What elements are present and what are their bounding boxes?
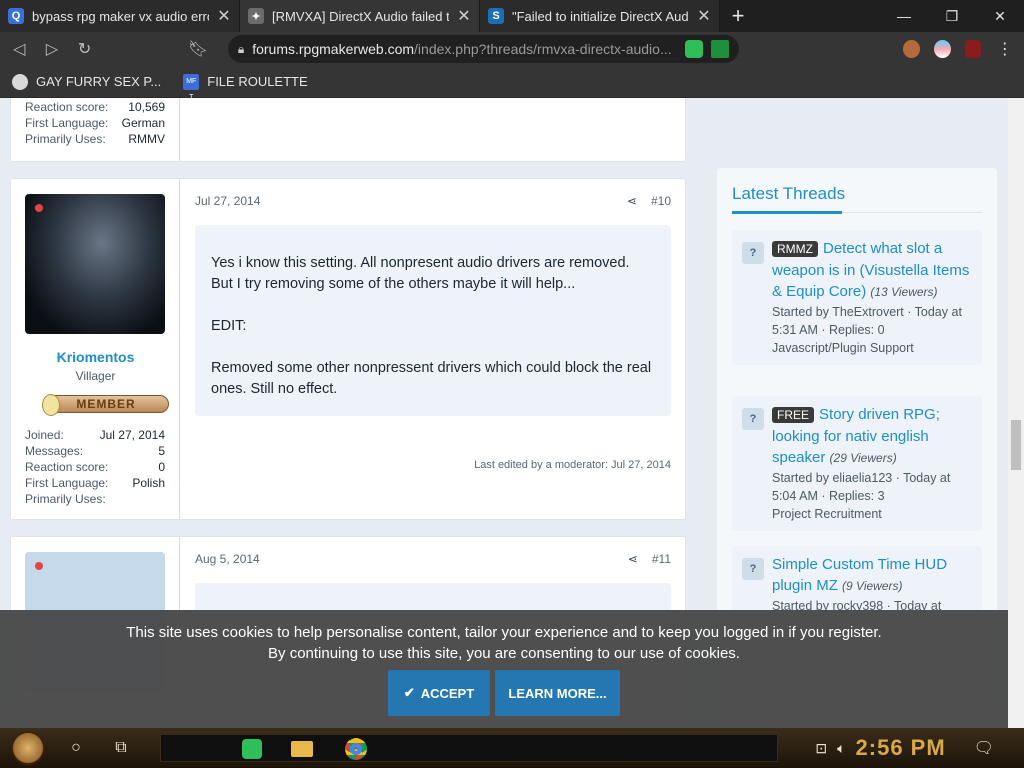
minimize-icon[interactable]: — (880, 0, 928, 32)
start-gear-icon (11, 731, 45, 765)
egg-icon (42, 394, 60, 416)
member-badge: MEMBER (42, 394, 169, 416)
question-icon: ? (742, 408, 764, 430)
clock[interactable]: 2:56 PM (856, 735, 946, 761)
post-user-column: Kriomentos Villager MEMBER Joined: Jul 27… (11, 179, 180, 519)
user-title: Villager (75, 369, 116, 383)
close-icon[interactable]: ✕ (217, 6, 231, 26)
offline-status-icon (35, 562, 43, 570)
spotify-like-app-icon[interactable] (227, 735, 277, 763)
thread-title-link[interactable]: Simple Custom Time HUD plugin MZ (9 View… (772, 554, 974, 597)
thread-title-link[interactable]: RMMZ Detect what slot a weapon is in (Vis… (772, 238, 974, 303)
cookie-banner: This site uses cookies to help personali… (0, 610, 1008, 728)
tab-title: bypass rpg maker vx audio error (32, 8, 209, 24)
username-link[interactable]: Kriomentos (11, 349, 180, 365)
cookie-notice: This site uses cookies to help personali… (126, 624, 882, 662)
bookmarks-bar: GAY FURRY SEX P... MF T FILE ROULETTE (0, 66, 1024, 101)
task-view-icon[interactable]: ⧉ (96, 728, 146, 768)
extension-icon[interactable] (685, 40, 704, 58)
notifications-icon[interactable]: 🗨︎ (974, 738, 994, 758)
browser-tab-3[interactable]: S "Failed to initialize DirectX Aud ✕ (480, 0, 720, 32)
ublock-icon[interactable] (964, 40, 982, 58)
thread-meta: Started by eliaelia123 · Today at 5:04 A… (772, 471, 951, 503)
user-stats: Joined: Jul 27, 2014 Messages: 5 Reaction … (25, 428, 165, 506)
tab-title: "Failed to initialize DirectX Aud (512, 8, 689, 24)
tab-bar: Q bypass rpg maker vx audio error ✕ ✦ [R… (0, 0, 1024, 32)
thread-forum[interactable]: Project Recruitment (772, 505, 974, 523)
steam-favicon-icon: S (488, 8, 504, 24)
thread-item[interactable]: ? RMMZ Detect what slot a weapon is in (V… (732, 230, 982, 365)
scrollbar-thumb[interactable] (1011, 420, 1021, 470)
file-explorer-icon[interactable] (277, 735, 327, 763)
rpgmaker-favicon-icon: ✦ (248, 8, 264, 24)
share-icon[interactable]: ⋖ (628, 552, 638, 566)
url-text: forums.rpgmakerweb.com/index.php?threads… (252, 41, 672, 57)
cortana-icon[interactable]: ○ (56, 728, 96, 768)
browser-toolbar: ◁ ▷ ↻ 🔖︎ 🔒︎ forums.rpgmakerweb.com/index… (0, 32, 1024, 66)
question-icon: ? (742, 242, 764, 264)
file-roulette-icon: MF T (183, 73, 200, 101)
menu-icon[interactable]: ⋮ (995, 39, 1014, 59)
back-icon[interactable]: ◁ (10, 39, 29, 59)
learn-more-button[interactable]: LEARN MORE... (495, 670, 620, 716)
post-number: ⋖ #11 (627, 552, 671, 566)
search-favicon-icon: Q (8, 8, 24, 24)
user-stats: Reaction score: 10,569 First Language: Ger… (25, 100, 165, 146)
post-user-column: Reaction score: 10,569 First Language: Ger… (11, 98, 180, 161)
windows-taskbar: ○ ⧉ ⊡ 🔈︎ 2:56 PM 🗨︎ (0, 728, 1024, 768)
post-number: ⋖ #10 (626, 194, 671, 208)
share-icon[interactable]: ⋖ (627, 194, 637, 208)
last-edited-note: Last edited by a moderator: Jul 27, 2014 (474, 459, 671, 471)
system-tray: ⊡ 🔈︎ 2:56 PM 🗨︎ (815, 728, 1024, 768)
post-date[interactable]: Aug 5, 2014 (195, 552, 260, 566)
previous-post: Reaction score: 10,569 First Language: Ger… (10, 98, 686, 162)
post-date[interactable]: Jul 27, 2014 (195, 194, 260, 208)
restore-icon[interactable]: ❐ (928, 0, 976, 32)
thread-meta: Started by TheExtrovert · Today at 5:31 … (772, 305, 962, 337)
check-icon: ✔ (403, 685, 415, 700)
window-controls: — ❐ ✕ (880, 0, 1024, 32)
post-message: Yes i know this setting. All nonpresent … (195, 225, 671, 416)
post-10: Kriomentos Villager MEMBER Joined: Jul 27… (10, 178, 686, 520)
address-bar[interactable]: 🔒︎ forums.rpgmakerweb.com/index.php?thre… (227, 35, 740, 63)
avatar[interactable] (25, 194, 165, 334)
bookmark-icon[interactable]: 🔖︎ (188, 39, 208, 59)
volume-muted-icon[interactable]: 🔈︎ (837, 740, 845, 757)
thread-item[interactable]: ? FREE Story driven RPG; looking for nati… (732, 396, 982, 531)
thread-title-link[interactable]: FREE Story driven RPG; looking for nativ … (772, 404, 974, 469)
avatar-icon[interactable] (903, 40, 920, 58)
bookmark-item[interactable]: GAY FURRY SEX P... (12, 73, 161, 90)
network-icon[interactable]: ⊡ (815, 740, 827, 757)
taskbar-apps (160, 734, 778, 762)
page-scrollbar[interactable] (1008, 98, 1024, 728)
close-window-icon[interactable]: ✕ (976, 0, 1024, 32)
profile-icon[interactable] (933, 40, 951, 58)
shield-icon[interactable] (711, 40, 730, 58)
close-icon[interactable]: ✕ (697, 6, 711, 26)
accept-cookies-button[interactable]: ✔ ACCEPT (388, 670, 490, 716)
new-tab-button[interactable]: + (720, 0, 756, 32)
prefix-tag: FREE (772, 407, 815, 423)
question-icon: ? (742, 558, 764, 580)
browser-tab-1[interactable]: Q bypass rpg maker vx audio error ✕ (0, 0, 240, 32)
reload-icon[interactable]: ↻ (75, 39, 94, 59)
close-icon[interactable]: ✕ (457, 6, 471, 26)
prefix-tag: RMMZ (772, 241, 818, 257)
chrome-icon[interactable] (331, 735, 381, 763)
widget-title: Latest Threads (732, 184, 846, 203)
bookmark-item[interactable]: MF T FILE ROULETTE (183, 73, 308, 101)
forward-icon[interactable]: ▷ (43, 39, 62, 59)
offline-status-icon (35, 204, 43, 212)
lock-icon: 🔒︎ (237, 41, 245, 56)
browser-tab-2[interactable]: ✦ [RMVXA] DirectX Audio failed t ✕ (240, 0, 480, 32)
thread-forum[interactable]: Javascript/Plugin Support (772, 339, 974, 357)
tab-title: [RMVXA] DirectX Audio failed t (272, 8, 449, 24)
start-button[interactable] (0, 728, 56, 768)
post-content: Jul 27, 2014 ⋖ #10 Yes i know this setti… (181, 179, 685, 519)
globe-icon (12, 73, 28, 90)
